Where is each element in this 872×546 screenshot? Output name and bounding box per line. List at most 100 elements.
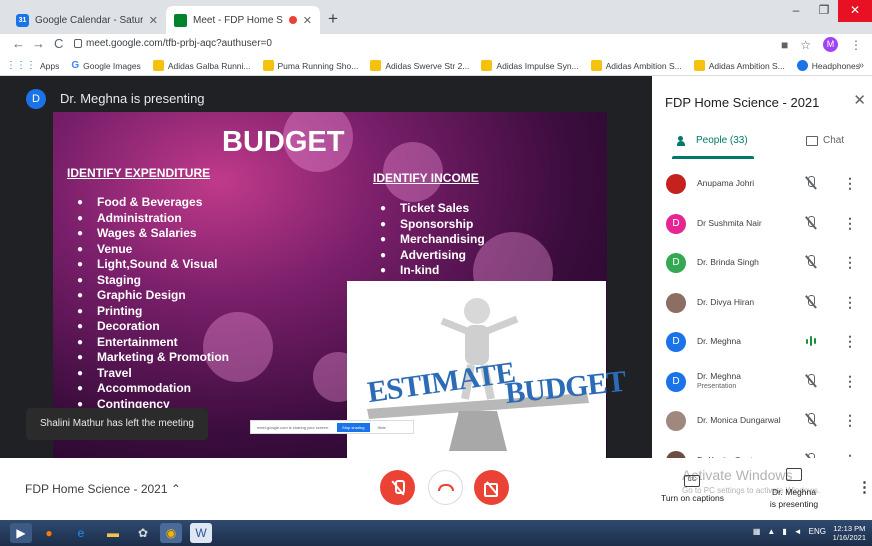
participant-row[interactable]: Dr. Monica Dungarwal ⋮ xyxy=(652,402,872,442)
file-explorer-icon[interactable]: ▬ xyxy=(102,523,124,543)
language-indicator[interactable]: ENG xyxy=(809,527,826,536)
participant-row[interactable]: D Dr. Brinda Singh ⋮ xyxy=(652,244,872,284)
participant-menu-icon[interactable]: ⋮ xyxy=(843,412,857,429)
bookmark-headphones[interactable]: Headphones xyxy=(796,60,861,71)
participant-menu-icon[interactable]: ⋮ xyxy=(843,215,857,232)
hide-button[interactable]: Hide xyxy=(378,425,386,430)
back-icon[interactable]: ← xyxy=(12,36,25,51)
bookmark-site-icon xyxy=(693,60,705,71)
close-icon[interactable]: ✕ xyxy=(303,14,312,27)
participant-menu-icon[interactable]: ⋮ xyxy=(843,175,857,192)
new-tab-button[interactable]: + xyxy=(328,9,338,29)
browser-tab-bar: 31 Google Calendar - Saturday, Jan... ✕ … xyxy=(0,0,872,34)
tray-arrow-icon[interactable]: ▲ xyxy=(767,527,775,536)
start-button[interactable]: ▶ xyxy=(10,523,32,543)
captions-label[interactable]: Turn on captions xyxy=(661,493,724,503)
close-panel-icon[interactable]: ✕ xyxy=(853,91,866,109)
minimize-icon[interactable]: – xyxy=(782,0,810,22)
tab-people[interactable]: People (33) xyxy=(677,135,748,146)
network-icon[interactable]: ▮ xyxy=(782,527,786,536)
menu-icon[interactable]: ⋮ xyxy=(850,38,862,52)
participant-row[interactable]: D Dr Sushmita Nair ⋮ xyxy=(652,205,872,245)
bullet-text: Staging xyxy=(97,272,141,287)
bookmarks-overflow-button[interactable]: » xyxy=(858,60,864,71)
address-bar: ← → C meet.google.com/tfb-prbj-aqc?authu… xyxy=(0,34,872,56)
presenting-label[interactable]: Dr. Meghna is presenting xyxy=(768,486,820,510)
forward-icon[interactable]: → xyxy=(32,36,45,51)
camera-icon[interactable]: ■ xyxy=(781,38,788,52)
camera-toggle-button[interactable] xyxy=(474,470,509,505)
participant-avatar: D xyxy=(666,253,686,273)
bookmark-puma[interactable]: Puma Running Sho... xyxy=(262,60,358,71)
participant-name: Dr. Brinda Singh xyxy=(697,257,759,267)
tab-chat[interactable]: Chat xyxy=(806,135,844,146)
bookmark-label: Apps xyxy=(40,60,60,71)
bookmark-adidas-galba[interactable]: Adidas Galba Runni... xyxy=(152,60,251,71)
participant-menu-icon[interactable]: ⋮ xyxy=(843,373,857,390)
slide-bullet-item: ● Food & Beverages xyxy=(77,195,229,211)
slide-bullet-item: ● Venue xyxy=(77,242,229,258)
participant-row[interactable]: D Dr. Meghna ⋮ xyxy=(652,323,872,363)
bookmark-adidas-swerve[interactable]: Adidas Swerve Str 2... xyxy=(370,60,469,71)
meeting-details-button[interactable]: FDP Home Science - 2021 ⌃ xyxy=(25,482,181,496)
more-options-icon[interactable]: ⋮ xyxy=(857,478,872,496)
participant-name: Anupama Johri xyxy=(697,178,755,188)
window-controls: – ❐ ✕ xyxy=(782,0,872,22)
internet-explorer-icon[interactable]: e xyxy=(70,523,92,543)
volume-icon[interactable]: ◄ xyxy=(794,527,802,536)
participant-name: Dr. Divya Hiran xyxy=(697,296,755,307)
tab-google-calendar[interactable]: 31 Google Calendar - Saturday, Jan... ✕ xyxy=(8,6,166,34)
firefox-icon[interactable]: ● xyxy=(38,523,60,543)
participant-menu-icon[interactable]: ⋮ xyxy=(843,333,857,350)
bullet-icon: ● xyxy=(380,234,387,245)
bookmark-adidas-ambition-2[interactable]: Adidas Ambition S... xyxy=(693,60,785,71)
windows-taskbar: ▶ ● e ▬ ✿ ◉ W ▦ ▲ ▮ ◄ ENG 12:13 PM 1/16/… xyxy=(0,520,872,546)
participant-row[interactable]: Anupama Johri ⋮ xyxy=(652,165,872,205)
clock-date: 1/16/2021 xyxy=(832,533,866,542)
mic-off-icon xyxy=(391,479,405,496)
mic-off-icon xyxy=(804,176,818,190)
word-icon[interactable]: W xyxy=(190,523,212,543)
share-notice: meet.google.com is sharing your screen. xyxy=(257,424,330,430)
bookmark-label: Headphones xyxy=(811,60,861,71)
leave-call-button[interactable] xyxy=(428,470,463,505)
maximize-icon[interactable]: ❐ xyxy=(810,0,838,22)
chrome-icon[interactable]: ◉ xyxy=(160,523,182,543)
participant-menu-icon[interactable]: ⋮ xyxy=(843,254,857,271)
present-icon[interactable] xyxy=(786,468,802,481)
close-icon[interactable]: ✕ xyxy=(149,14,158,27)
star-icon[interactable]: ☆ xyxy=(800,38,811,52)
keyboard-icon[interactable]: ▦ xyxy=(753,527,761,536)
meet-controls-bar: FDP Home Science - 2021 ⌃ Activate Windo… xyxy=(0,458,872,520)
bullet-text: Sponsorship xyxy=(400,216,474,231)
captions-icon[interactable]: CC xyxy=(684,475,700,487)
speaking-icon xyxy=(806,335,820,347)
bookmark-apps[interactable]: ⋮⋮⋮ Apps xyxy=(6,60,59,71)
participant-menu-icon[interactable]: ⋮ xyxy=(843,294,857,311)
participant-row[interactable]: Dr. Divya Hiran ⋮ xyxy=(652,284,872,324)
window-close-icon[interactable]: ✕ xyxy=(838,0,872,22)
bullet-icon: ● xyxy=(77,228,84,239)
bookmark-site-icon xyxy=(590,60,602,71)
bookmark-google-images[interactable]: G Google Images xyxy=(71,60,140,71)
bullet-text: Ticket Sales xyxy=(400,201,470,215)
slide-bullet-item: ● Sponsorship xyxy=(380,217,485,233)
tab-meet[interactable]: Meet - FDP Home Science - ✕ xyxy=(166,6,320,34)
bullet-text: Marketing & Promotion xyxy=(97,350,230,364)
participant-avatar: D xyxy=(666,213,686,234)
chat-icon xyxy=(806,135,818,146)
mic-toggle-button[interactable] xyxy=(380,470,415,505)
url-field[interactable]: meet.google.com/tfb-prbj-aqc?authuser=0 xyxy=(86,38,272,49)
participant-row[interactable]: D Dr. Meghna Presentation ⋮ xyxy=(652,363,872,403)
taskbar-clock[interactable]: 12:13 PM 1/16/2021 xyxy=(833,524,866,542)
profile-avatar[interactable]: M xyxy=(823,37,838,52)
bookmark-adidas-impulse[interactable]: Adidas Impulse Syn... xyxy=(481,60,579,71)
media-icon[interactable]: ✿ xyxy=(132,523,154,543)
bookmark-adidas-ambition-1[interactable]: Adidas Ambition S... xyxy=(590,60,682,71)
stop-sharing-button[interactable]: Stop sharing xyxy=(337,422,370,432)
reload-icon[interactable]: C xyxy=(54,36,63,51)
bullet-text: Venue xyxy=(97,241,133,256)
participant-row[interactable]: Dr Kavita Gautam⋮ xyxy=(652,442,872,458)
chevron-up-icon: ⌃ xyxy=(170,482,181,496)
google-icon: G xyxy=(71,60,80,71)
